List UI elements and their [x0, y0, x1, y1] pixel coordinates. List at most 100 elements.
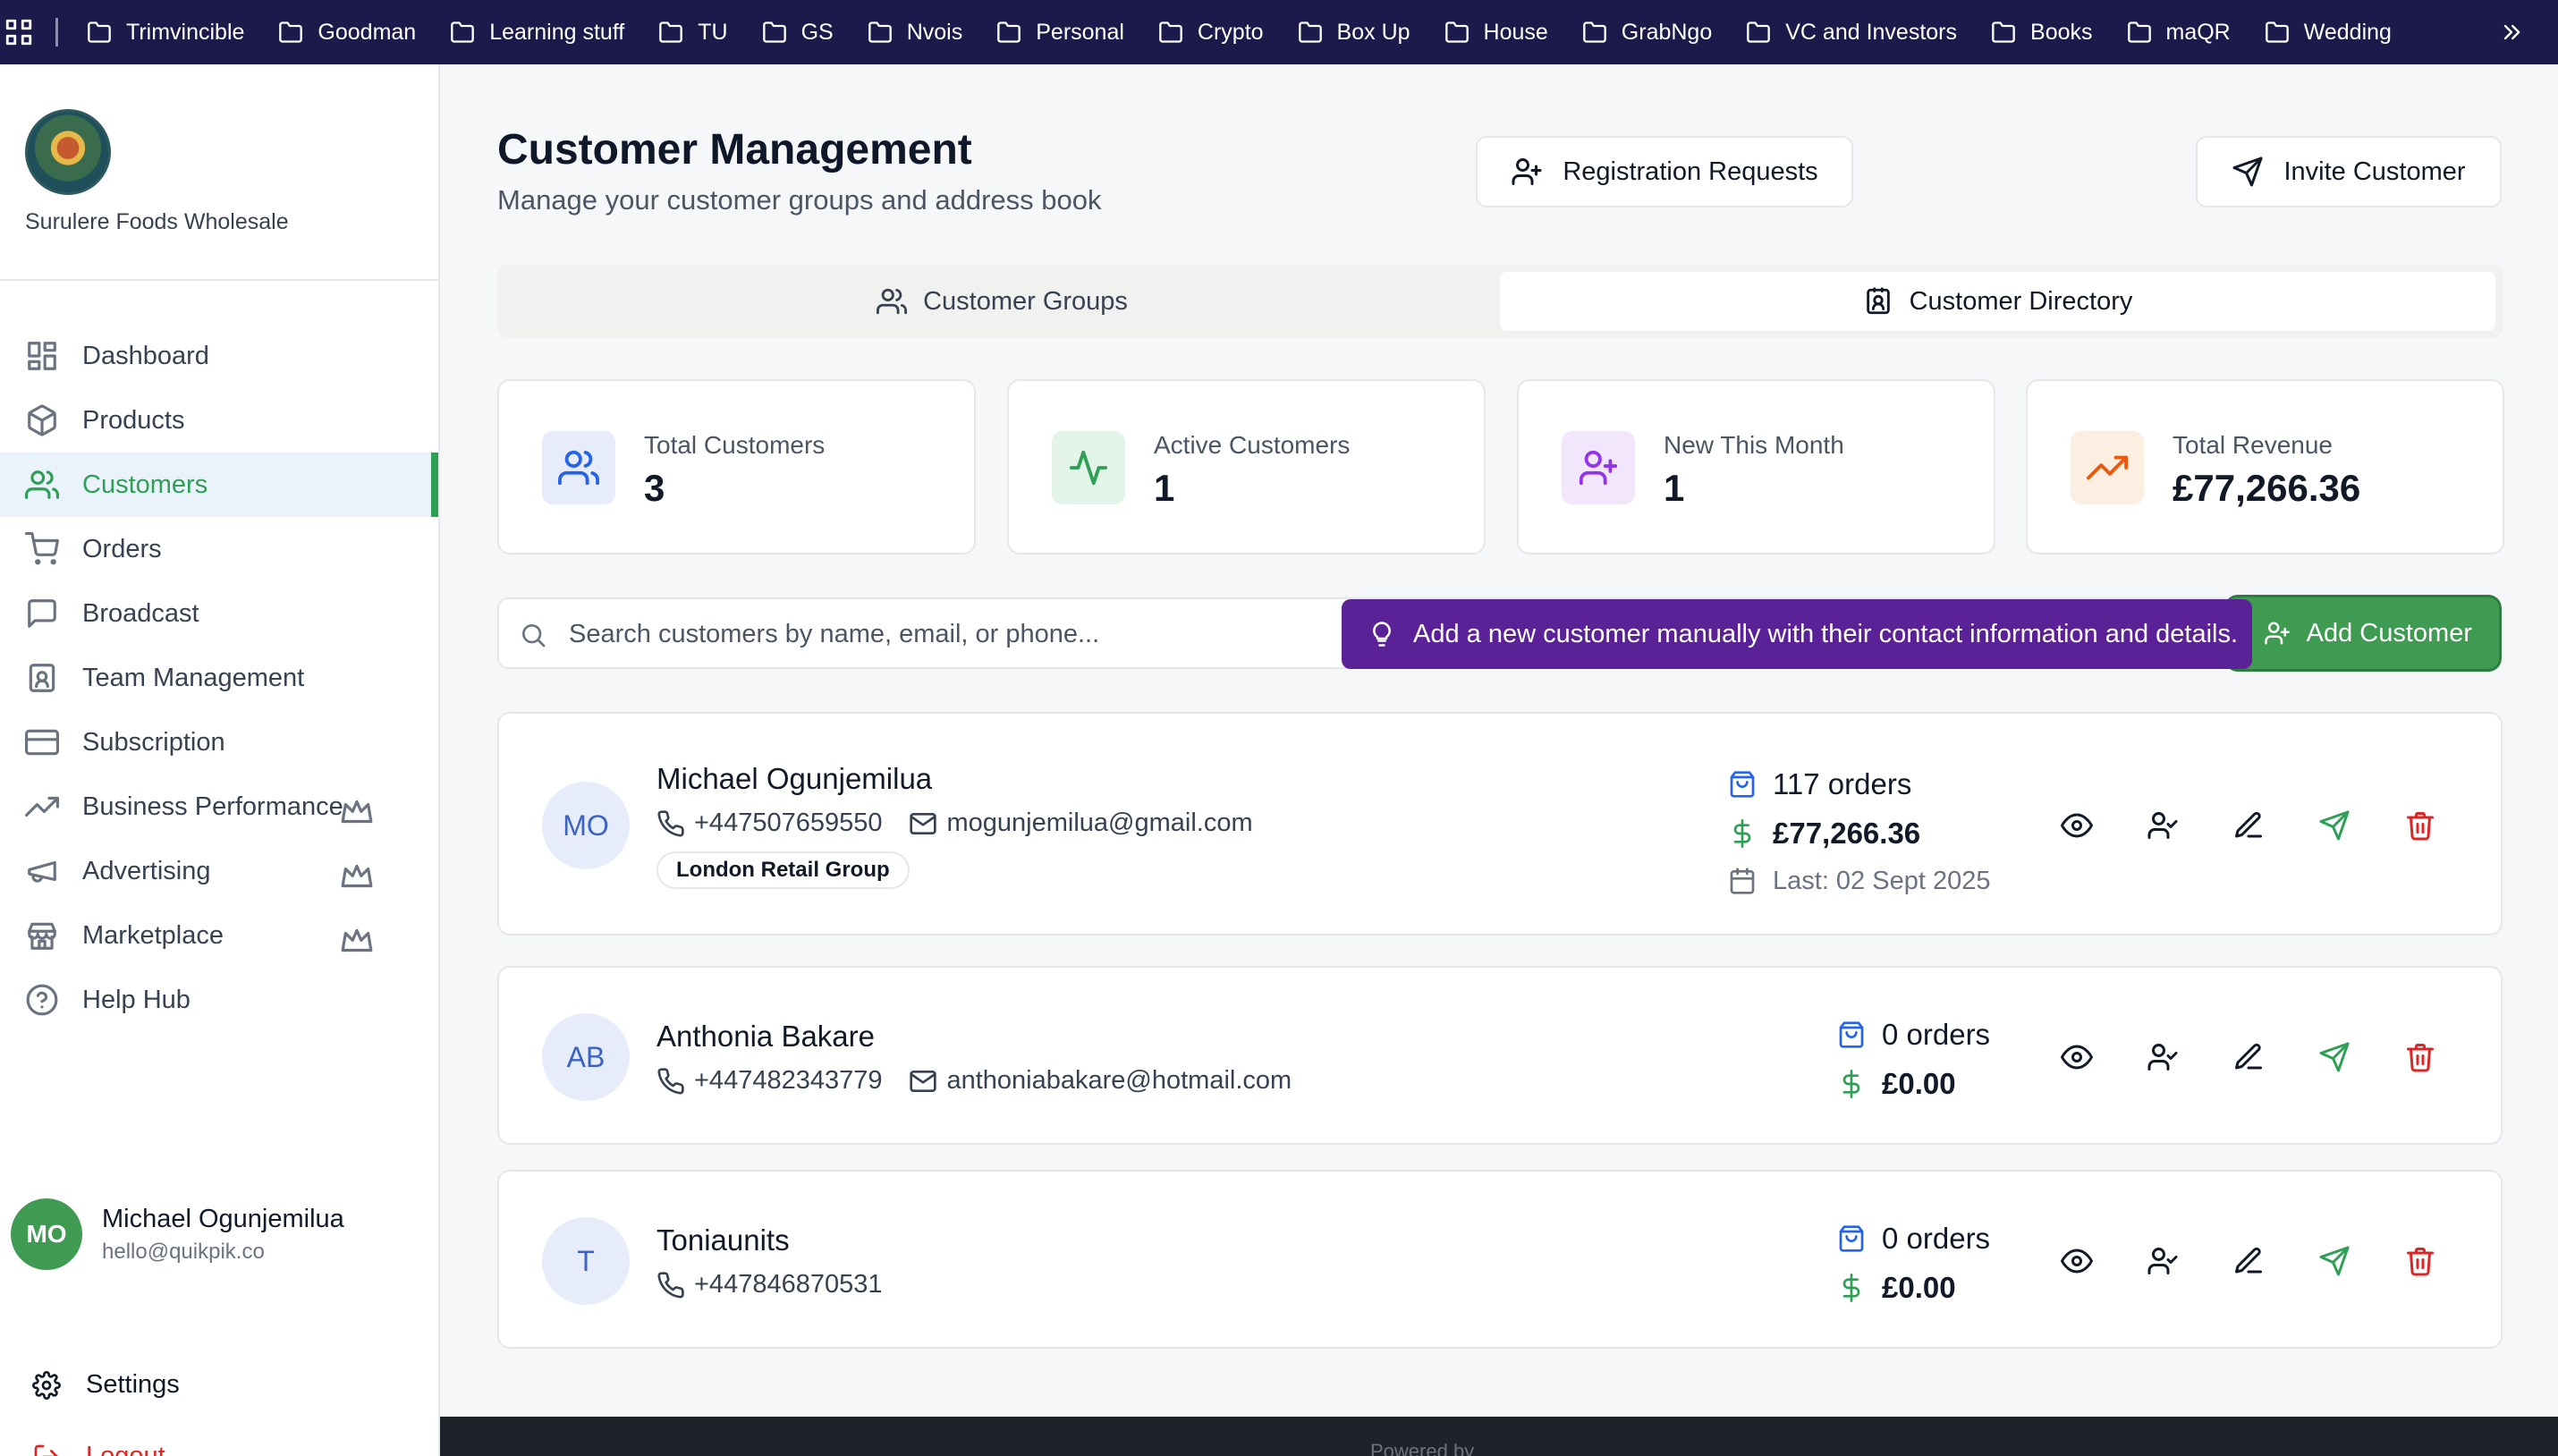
- sidebar-item-marketplace[interactable]: Marketplace: [0, 903, 438, 968]
- logout-link[interactable]: Logout: [32, 1442, 165, 1456]
- bookmark-item[interactable]: Books: [1989, 20, 2093, 46]
- customer-avatar: MO: [542, 782, 630, 869]
- user-avatar: MO: [11, 1198, 82, 1270]
- send-message-button[interactable]: [2318, 809, 2350, 842]
- apps-grid-icon[interactable]: [4, 17, 34, 47]
- send-message-button[interactable]: [2318, 1041, 2350, 1073]
- sidebar-item-label: Subscription: [82, 727, 225, 757]
- assign-group-button[interactable]: [2147, 1041, 2179, 1073]
- stat-icon-box: [542, 431, 615, 504]
- bookmark-item[interactable]: GS: [760, 20, 834, 46]
- tab-customer-groups[interactable]: Customer Groups: [504, 272, 1500, 331]
- assign-group-button[interactable]: [2147, 809, 2179, 842]
- chevrons-right-icon[interactable]: [2499, 20, 2524, 45]
- customer-name[interactable]: Toniaunits: [656, 1223, 790, 1257]
- main-content: Customer Management Manage your customer…: [440, 64, 2558, 1456]
- folder-icon: [2265, 21, 2289, 43]
- folder-icon: [762, 21, 786, 43]
- sidebar-item-label: Advertising: [82, 856, 211, 885]
- credit-card-icon: [25, 729, 59, 756]
- bookmark-item[interactable]: House: [1443, 20, 1548, 46]
- last-order-row: Last: 02 Sept 2025: [1728, 859, 1990, 903]
- orders-count-row: 117 orders: [1728, 760, 1990, 808]
- bookmark-item[interactable]: Wedding: [2263, 20, 2392, 46]
- bookmark-item[interactable]: Goodman: [276, 20, 416, 46]
- stat-value: 1: [1664, 467, 1685, 509]
- logout-icon: [34, 1444, 59, 1456]
- bookmark-item[interactable]: VC and Investors: [1744, 20, 1957, 46]
- search-input[interactable]: [569, 612, 1463, 656]
- dashboard-icon: [28, 342, 56, 370]
- tab-customer-directory[interactable]: Customer Directory: [1500, 272, 2495, 331]
- bookmark-item[interactable]: Nvois: [866, 19, 963, 46]
- bookmark-item[interactable]: TU: [656, 20, 728, 46]
- edit-customer-button[interactable]: [2232, 809, 2265, 842]
- view-customer-button[interactable]: [2061, 809, 2093, 842]
- bookmark-item[interactable]: Crypto: [1156, 20, 1264, 46]
- eye-icon: [2061, 1249, 2093, 1274]
- assign-group-button[interactable]: [2147, 1245, 2179, 1277]
- edit-customer-button[interactable]: [2232, 1041, 2265, 1073]
- bookmark-label: Nvois: [906, 19, 963, 45]
- last-order-date: Last: 02 Sept 2025: [1773, 866, 1991, 895]
- sidebar-item-broadcast[interactable]: Broadcast: [0, 581, 438, 646]
- folder-icon: [1992, 21, 2015, 43]
- bookmark-label: Box Up: [1336, 19, 1410, 45]
- customer-name[interactable]: Michael Ogunjemilua: [656, 762, 932, 796]
- phone-icon: [657, 1067, 684, 1095]
- user-name: Michael Ogunjemilua: [102, 1204, 344, 1233]
- bookmark-item[interactable]: Personal: [995, 20, 1124, 46]
- sidebar-item-help-hub[interactable]: Help Hub: [0, 968, 438, 1032]
- phone-icon: [657, 1271, 684, 1299]
- sidebar-item-customers[interactable]: Customers: [0, 453, 438, 517]
- view-customer-button[interactable]: [2061, 1041, 2093, 1073]
- bookmark-label: House: [1483, 19, 1548, 45]
- sidebar-item-orders[interactable]: Orders: [0, 517, 438, 581]
- stat-icon-box: [1052, 431, 1125, 504]
- customer-card[interactable]: AB Anthonia Bakare +447482343779 anthoniaba…: [497, 966, 2503, 1145]
- edit-customer-button[interactable]: [2232, 1245, 2265, 1277]
- customer-contacts: +447482343779 anthoniabakare@hotmail.com: [656, 1066, 1292, 1096]
- delete-customer-button[interactable]: [2404, 1245, 2436, 1277]
- stat-label: New This Month: [1664, 431, 1844, 459]
- registration-requests-button[interactable]: Registration Requests: [1476, 136, 1853, 207]
- send-message-button[interactable]: [2318, 1245, 2350, 1277]
- bookmark-item[interactable]: maQR: [2125, 20, 2231, 46]
- customer-card[interactable]: MO Michael Ogunjemilua +447507659550 mogunj…: [497, 712, 2503, 935]
- bookmark-item[interactable]: Trimvincible: [85, 20, 244, 46]
- delete-customer-button[interactable]: [2404, 809, 2436, 842]
- sidebar-item-advertising[interactable]: Advertising: [0, 839, 438, 903]
- folder-icon: [279, 21, 303, 43]
- bookmark-item[interactable]: GrabNgo: [1580, 20, 1712, 46]
- stat-value: 3: [644, 467, 665, 509]
- settings-link[interactable]: Settings: [32, 1370, 180, 1400]
- sidebar-item-subscription[interactable]: Subscription: [0, 710, 438, 775]
- registration-requests-label: Registration Requests: [1563, 157, 1818, 186]
- customer-group-badge: London Retail Group: [656, 851, 910, 889]
- delete-customer-button[interactable]: [2404, 1041, 2436, 1073]
- folder-icon: [1747, 21, 1771, 43]
- stat-value: 1: [1154, 467, 1175, 509]
- user-profile[interactable]: MO Michael Ogunjemilua hello@quikpik.co: [11, 1198, 344, 1270]
- invite-customer-label: Invite Customer: [2283, 157, 2466, 186]
- bookmark-label: GrabNgo: [1621, 19, 1713, 45]
- mail-icon: [910, 812, 937, 834]
- orders-count-row: 0 orders: [1837, 1011, 1990, 1059]
- add-customer-button[interactable]: Add Customer: [2227, 597, 2499, 669]
- crown-icon: [341, 864, 373, 888]
- invite-customer-button[interactable]: Invite Customer: [2196, 136, 2502, 207]
- sidebar-item-business-performance[interactable]: Business Performance: [0, 775, 438, 839]
- view-customer-button[interactable]: [2061, 1245, 2093, 1277]
- customer-name[interactable]: Anthonia Bakare: [656, 1020, 875, 1054]
- sidebar-item-dashboard[interactable]: Dashboard: [0, 324, 438, 388]
- bookmark-item[interactable]: Box Up: [1296, 20, 1410, 46]
- bookmark-item[interactable]: Learning stuff: [448, 20, 624, 46]
- customer-revenue: £77,266.36: [1773, 817, 1921, 850]
- sidebar-item-team-management[interactable]: Team Management: [0, 646, 438, 710]
- id-badge-icon: [29, 664, 55, 692]
- customer-contacts: +447507659550 mogunjemilua@gmail.com: [656, 808, 1253, 838]
- business-logo[interactable]: [25, 109, 111, 195]
- customer-actions: [2061, 1041, 2436, 1073]
- sidebar-item-products[interactable]: Products: [0, 388, 438, 453]
- customer-card[interactable]: T Toniaunits +447846870531 0 orders £0.00: [497, 1170, 2503, 1349]
